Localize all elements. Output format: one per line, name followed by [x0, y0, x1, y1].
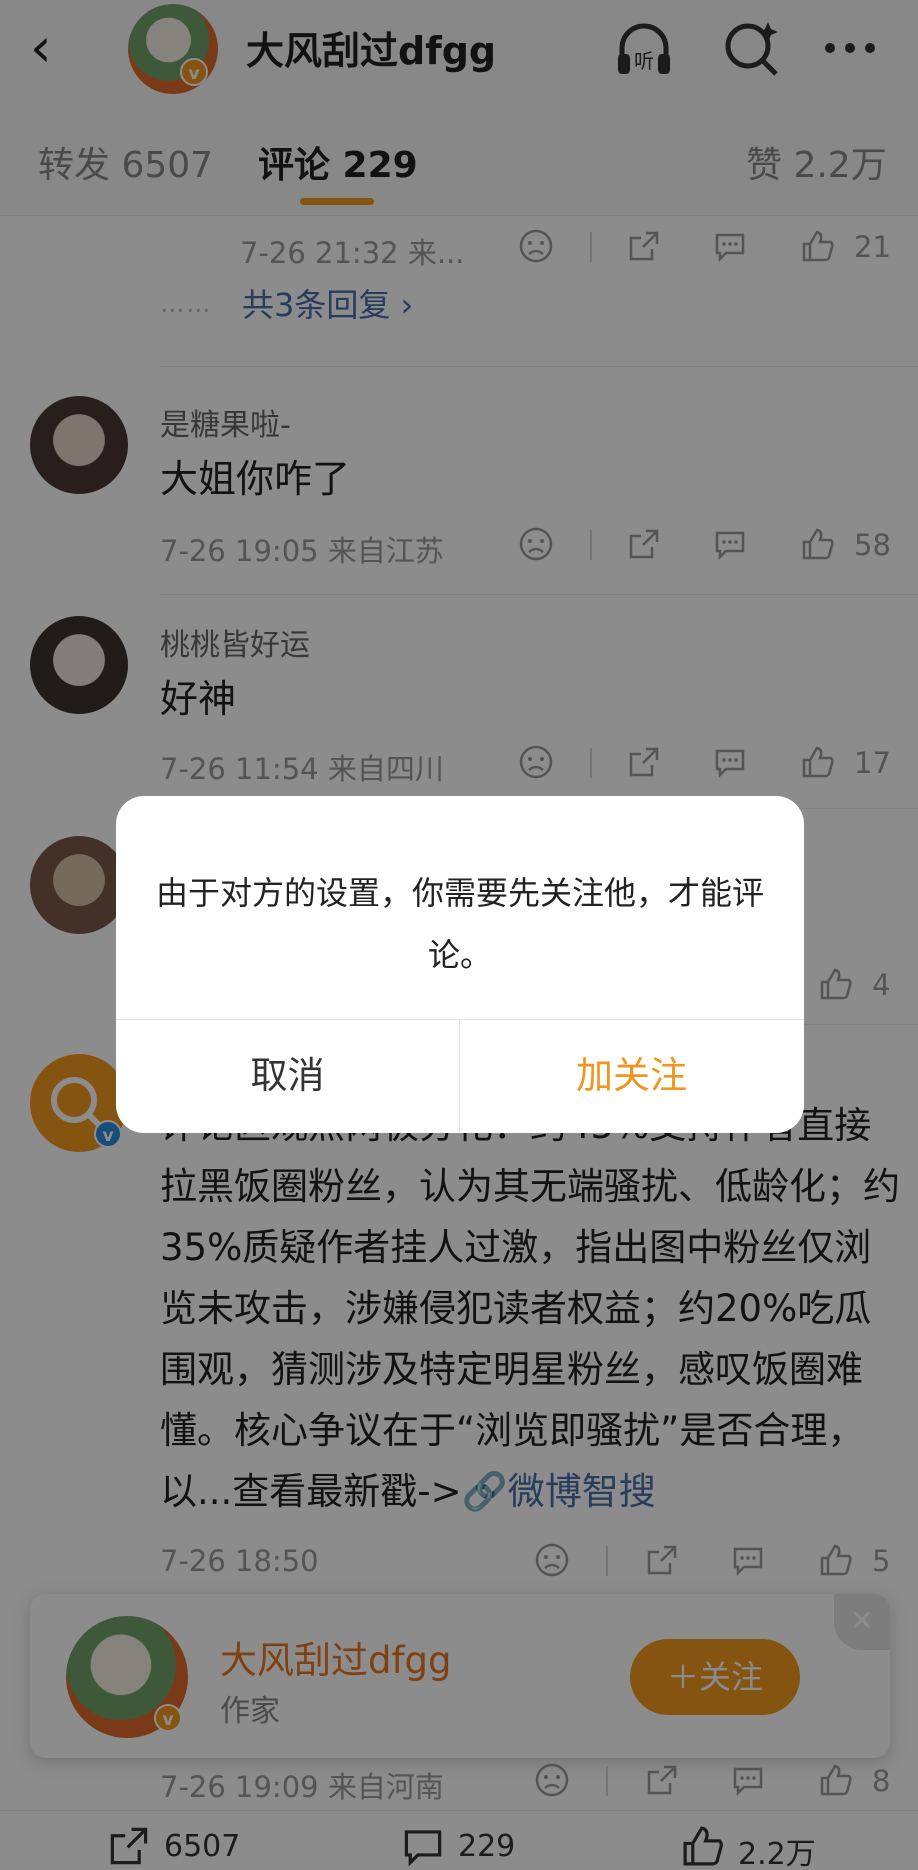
follow-confirm-button[interactable]: 加关注: [460, 1019, 803, 1133]
cancel-button[interactable]: 取消: [116, 1019, 459, 1133]
follow-required-dialog: 由于对方的设置，你需要先关注他，才能评论。 取消 加关注: [116, 796, 804, 1133]
dialog-message: 由于对方的设置，你需要先关注他，才能评论。: [156, 874, 765, 974]
